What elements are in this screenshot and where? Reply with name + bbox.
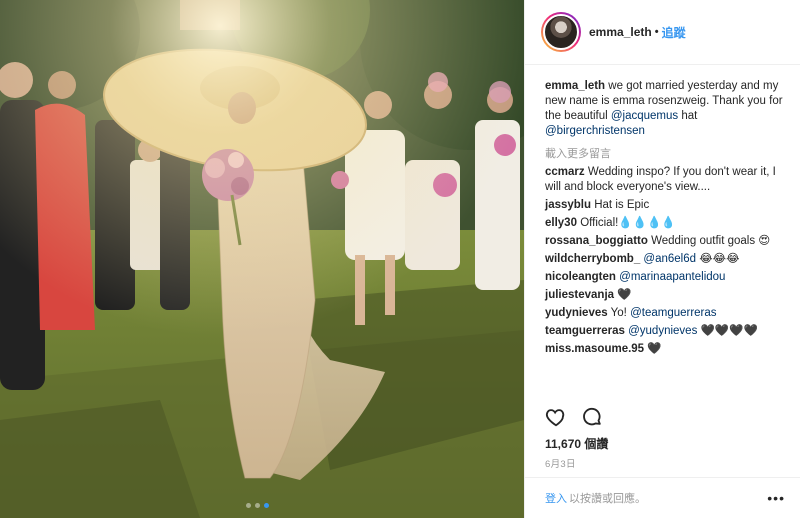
comment-username[interactable]: elly30 <box>545 217 577 229</box>
comment-text: 🖤 <box>617 289 632 301</box>
comment-item: jassyblu Hat is Epic <box>545 198 784 213</box>
heart-icon[interactable] <box>545 406 567 428</box>
caption-mention[interactable]: @birgerchristensen <box>545 125 645 137</box>
header-separator: • <box>654 26 659 38</box>
comment-item: ccmarz Wedding inspo? If you don't wear … <box>545 165 784 195</box>
comment-text: Hat is Epic <box>594 199 650 211</box>
comment-username[interactable]: rossana_boggiatto <box>545 235 648 247</box>
post-footer: 登入 以按讚或回應。 ••• <box>525 477 800 518</box>
comment-item: wildcherrybomb_ @an6el6d 😂😂😂 <box>545 252 784 267</box>
comment-item: elly30 Official!💧💧💧💧 <box>545 216 784 231</box>
comment-icon[interactable] <box>581 406 603 428</box>
caption-username[interactable]: emma_leth <box>545 80 605 92</box>
comment-item: teamguerreras @yudynieves 🖤🖤🖤🖤 <box>545 324 784 339</box>
comment-username[interactable]: miss.masoume.95 <box>545 343 644 355</box>
like-count[interactable]: 11,670 個讚 <box>545 435 608 452</box>
post-date[interactable]: 6月3日 <box>545 456 576 470</box>
comment-text: 😂😂😂 <box>699 253 740 265</box>
caption-mention[interactable]: @jacquemus <box>611 110 678 122</box>
login-link[interactable]: 登入 <box>545 490 567 506</box>
comment-item: nicoleangten @marinaapantelidou <box>545 270 784 285</box>
carousel-dot <box>255 503 260 508</box>
comment-username[interactable]: jassyblu <box>545 199 591 211</box>
load-more-comments-button[interactable]: 載入更多留言 <box>545 145 784 161</box>
comment-username[interactable]: yudynieves <box>545 307 608 319</box>
comment-username[interactable]: wildcherrybomb_ <box>545 253 640 265</box>
comment-text: 🖤 <box>647 343 662 355</box>
comment-item: yudynieves Yo! @teamguerreras <box>545 306 784 321</box>
comment-text: Wedding outfit goals 😍 <box>651 235 771 247</box>
comment-mention[interactable]: @yudynieves <box>628 325 697 337</box>
more-options-icon[interactable]: ••• <box>767 490 785 506</box>
post-header: emma_leth • 追蹤 <box>525 0 800 65</box>
instagram-post: emma_leth • 追蹤 emma_leth we got married … <box>0 0 800 518</box>
comment-item: miss.masoume.95 🖤 <box>545 342 784 357</box>
avatar[interactable] <box>541 12 581 52</box>
comment-username[interactable]: teamguerreras <box>545 325 625 337</box>
comment-username[interactable]: juliestevanja <box>545 289 614 301</box>
carousel-indicator <box>246 503 269 508</box>
avatar-image <box>543 14 579 50</box>
comment-username[interactable]: ccmarz <box>545 166 585 178</box>
comments-list[interactable]: emma_leth we got married yesterday and m… <box>525 65 800 395</box>
post-caption: emma_leth we got married yesterday and m… <box>545 79 784 139</box>
header-username[interactable]: emma_leth <box>589 25 652 39</box>
post-photo[interactable] <box>0 0 524 518</box>
comment-text: Yo! <box>610 307 627 319</box>
post-actions <box>545 406 603 428</box>
comment-mention[interactable]: @marinaapantelidou <box>619 271 725 283</box>
comment-mention[interactable]: @teamguerreras <box>630 307 716 319</box>
comment-item: juliestevanja 🖤 <box>545 288 784 303</box>
comment-item: rossana_boggiatto Wedding outfit goals 😍 <box>545 234 784 249</box>
comment-text: 🖤🖤🖤🖤 <box>700 325 758 337</box>
carousel-dot <box>246 503 251 508</box>
carousel-dot-active <box>264 503 269 508</box>
comment-username[interactable]: nicoleangten <box>545 271 616 283</box>
post-side-panel: emma_leth • 追蹤 emma_leth we got married … <box>524 0 800 518</box>
login-prompt-text: 以按讚或回應。 <box>569 493 646 505</box>
follow-button[interactable]: 追蹤 <box>662 24 686 41</box>
caption-text-middle: hat <box>681 110 698 122</box>
wedding-photo-illustration <box>0 0 524 518</box>
comment-mention[interactable]: @an6el6d <box>643 253 696 265</box>
comment-text: Official!💧💧💧💧 <box>580 217 676 229</box>
